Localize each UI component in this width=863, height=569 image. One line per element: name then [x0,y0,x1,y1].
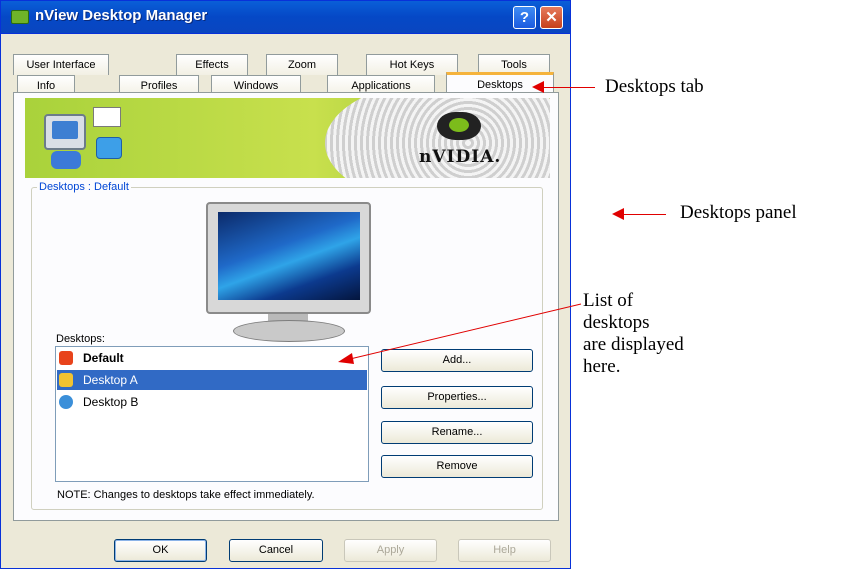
tab-zoom[interactable]: Zoom [266,54,338,75]
annotation-list-line1: List of [583,290,634,311]
list-item-label: Default [83,351,124,365]
tab-effects[interactable]: Effects [176,54,248,75]
nvidia-brand-text: nVIDIA. [419,147,502,167]
list-item-desktop-a[interactable]: Desktop A [57,370,367,390]
annotation-list-line2: desktops [583,312,650,333]
nview-desktop-manager-window: nView Desktop Manager ? ✕ User Interface… [0,0,571,569]
close-button[interactable]: ✕ [540,6,563,29]
desktops-tab-arrowhead-icon [532,81,544,93]
monitor-base [233,320,345,342]
computer-icon [44,114,86,150]
rename-button[interactable]: Rename... [381,421,533,444]
cancel-button[interactable]: Cancel [229,539,323,562]
nvidia-logo-icon [437,112,481,140]
globe-icon [59,395,73,409]
remove-button[interactable]: Remove [381,455,533,478]
list-item-desktop-b[interactable]: Desktop B [57,392,367,412]
annotation-list-line3: are displayed [583,334,684,355]
apply-button[interactable]: Apply [344,539,437,562]
help-title-button[interactable]: ? [513,6,536,29]
desktops-panel-arrowhead-icon [612,208,624,220]
title-bar[interactable]: nView Desktop Manager ? ✕ [1,1,570,34]
group-label: Desktops : Default [37,181,131,193]
list-item-label: Desktop B [83,395,139,409]
properties-button[interactable]: Properties... [381,386,533,409]
list-arrowhead-icon [338,353,354,364]
power-icon [59,351,73,365]
annotation-desktops-panel: Desktops panel [680,202,797,223]
desktops-tab-arrow-line [540,87,595,88]
note-text: NOTE: Changes to desktops take effect im… [57,489,315,501]
list-item-default[interactable]: Default [57,348,367,368]
help-button[interactable]: Help [458,539,551,562]
desktop-grid-icon [59,373,73,387]
window-title: nView Desktop Manager [35,7,208,24]
envelope-icon [93,107,121,127]
tab-hot-keys[interactable]: Hot Keys [366,54,458,75]
list-item-label: Desktop A [83,373,138,387]
list-arrow-line [349,303,582,360]
desktops-list-label: Desktops: [56,333,105,345]
computer-base-icon [51,151,81,169]
ok-button[interactable]: OK [114,539,207,562]
nvidia-app-icon [11,10,29,24]
camera-icon [96,137,122,159]
annotation-desktops-tab: Desktops tab [605,76,704,97]
annotation-list-line4: here. [583,356,621,377]
desktops-listbox[interactable]: Default Desktop A Desktop B [55,346,369,482]
desktops-panel-arrow-line [622,214,666,215]
tab-user-interface[interactable]: User Interface [13,54,109,75]
list-arrow [338,303,582,364]
monitor-screen [218,212,360,300]
monitor-preview-icon [206,202,371,314]
